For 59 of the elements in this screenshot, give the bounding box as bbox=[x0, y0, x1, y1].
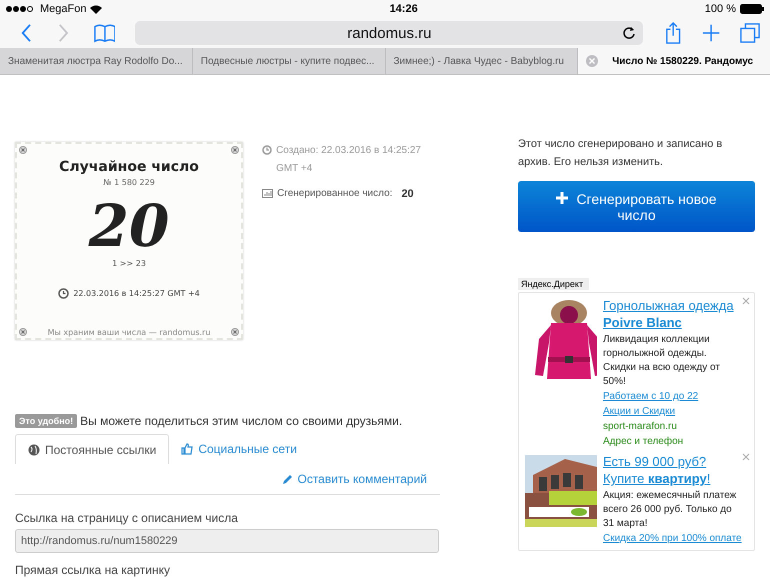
back-icon[interactable] bbox=[20, 22, 33, 44]
battery-icon bbox=[740, 4, 764, 14]
pencil-icon bbox=[282, 474, 294, 484]
info-badge: Это удобно! bbox=[15, 414, 78, 428]
created-date: Создано: 22.03.2016 в 14:25:27 GMT +4 bbox=[276, 144, 422, 176]
close-icon[interactable] bbox=[742, 453, 750, 461]
close-icon[interactable] bbox=[742, 297, 750, 305]
number-range: 1 >> 23 bbox=[112, 259, 146, 268]
globe-icon bbox=[28, 444, 40, 456]
signal-icon bbox=[6, 5, 36, 13]
browser-tab[interactable]: Число № 1580229. Рандомус bbox=[578, 48, 770, 74]
generated-value: 20 bbox=[401, 187, 414, 202]
tabs-icon[interactable] bbox=[740, 22, 760, 44]
address-bar[interactable]: randomus.ru bbox=[135, 21, 644, 45]
new-tab-icon[interactable] bbox=[702, 23, 720, 43]
ad-text: Ликвидация коллекции горнолыжной одежды. Скидки на всю одежду от 50%! bbox=[603, 333, 721, 389]
generated-label: Сгенерированное число: bbox=[277, 187, 392, 201]
archive-notice: Этот число сгенерировано и записано в архив. Его нельзя изменить. bbox=[518, 137, 724, 170]
share-icon[interactable] bbox=[665, 21, 682, 45]
reload-icon[interactable] bbox=[622, 26, 636, 40]
field-label: Ссылка на страницу с описанием числа bbox=[15, 511, 239, 525]
battery-percent: 100 % bbox=[704, 3, 736, 15]
thumbs-up-icon bbox=[181, 443, 194, 455]
ad-link[interactable]: Акции и Скидки bbox=[603, 405, 742, 419]
ad-title-link[interactable]: Есть 99 000 руб? Купите квартиру! bbox=[603, 453, 742, 487]
browser-tab[interactable]: Знаменитая люстра Ray Rodolfo Do... bbox=[0, 48, 193, 74]
random-number: 20 bbox=[88, 193, 170, 259]
ad-title-link[interactable]: Горнолыжная одежда Poivre Blanc bbox=[603, 297, 742, 331]
ad-link[interactable]: Скидка 20% при 100% оплате bbox=[603, 532, 742, 546]
plus-icon bbox=[556, 192, 568, 204]
field-label: Прямая ссылка на картинку bbox=[15, 563, 172, 577]
url-text: randomus.ru bbox=[347, 24, 432, 42]
card-footer: Мы храним ваши числа — randomus.ru bbox=[31, 328, 228, 337]
chart-icon bbox=[262, 189, 274, 198]
ad-text: Акция: ежемесячный платеж всего 26 000 руб. Только до 31 марта! bbox=[603, 489, 738, 531]
pin-icon bbox=[231, 328, 240, 336]
share-tab[interactable]: Социальные сети bbox=[169, 434, 309, 464]
pin-icon bbox=[19, 146, 27, 154]
generate-button[interactable]: Сгенерировать новое число bbox=[518, 181, 755, 232]
ad-label: Яндекс.Директ bbox=[518, 278, 590, 290]
clock-icon bbox=[58, 288, 70, 299]
bookmarks-icon[interactable] bbox=[94, 23, 116, 43]
comment-link[interactable]: Оставить комментарий bbox=[282, 472, 427, 486]
clock-time: 14:26 bbox=[390, 3, 418, 15]
timestamp: 22.03.2016 в 14:25:27 GMT +4 bbox=[73, 289, 200, 298]
ad-contact-link[interactable]: Адрес и телефон bbox=[603, 434, 742, 449]
link-field[interactable]: http://randomus.ru/num1580229 bbox=[15, 529, 439, 553]
pin-icon bbox=[231, 146, 240, 154]
carrier-name: MegaFon bbox=[40, 3, 86, 15]
card-title: Случайное число bbox=[59, 159, 199, 175]
wifi-icon bbox=[90, 4, 102, 14]
ad-domain: sport-marafon.ru bbox=[603, 420, 678, 434]
pin-icon bbox=[19, 328, 27, 336]
share-text: Вы можете поделиться этим числом со своими друзьями. bbox=[80, 414, 402, 428]
serial-number: № 1 580 229 bbox=[103, 178, 155, 187]
browser-tab[interactable]: Подвесные люстры - купите подвес... bbox=[192, 48, 386, 74]
clock-icon bbox=[262, 145, 272, 155]
share-tab[interactable]: Постоянные ссылки bbox=[15, 434, 170, 464]
ad-link[interactable]: Работаем с 10 до 22 bbox=[603, 390, 742, 404]
